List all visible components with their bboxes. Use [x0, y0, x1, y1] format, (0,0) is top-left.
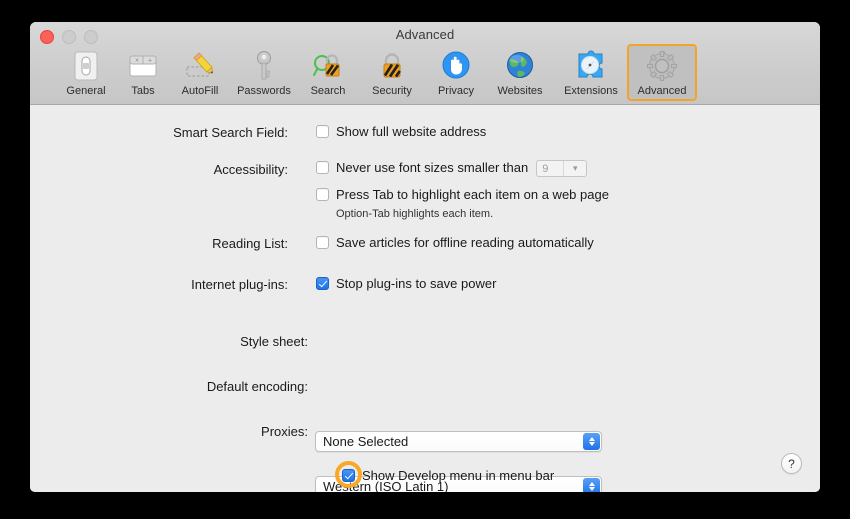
- smart-search-field-label: Smart Search Field:: [173, 125, 288, 140]
- show-full-website-address-checkbox[interactable]: Show full website address: [316, 124, 486, 139]
- checkbox-box: [316, 236, 329, 249]
- toolbar-item-label: Passwords: [237, 85, 291, 97]
- style-sheet-label: Style sheet:: [240, 334, 308, 349]
- toolbar-item-general[interactable]: General: [58, 44, 114, 101]
- checkbox-label: Show full website address: [336, 124, 487, 139]
- font-size-dropdown[interactable]: 9 ▾: [536, 160, 588, 177]
- internet-plugins-label: Internet plug-ins:: [191, 277, 288, 292]
- checkbox-box: [342, 469, 355, 482]
- search-magnifier-lock-icon: [302, 49, 354, 82]
- default-encoding-label: Default encoding:: [206, 379, 308, 394]
- checkbox-label: Press Tab to highlight each item on a we…: [336, 187, 609, 202]
- extensions-puzzle-icon: [558, 49, 624, 82]
- toolbar-item-security[interactable]: Security: [357, 44, 427, 101]
- accessibility-font-size-row: Never use font sizes smaller than 9 ▾: [316, 160, 588, 177]
- toolbar-item-label: Tabs: [131, 85, 155, 97]
- proxies-label: Proxies:: [261, 424, 308, 439]
- toolbar-item-label: Advanced: [637, 85, 687, 97]
- toolbar-item-label: Extensions: [564, 85, 618, 97]
- smart-search-field-label-row: Smart Search Field:: [30, 125, 288, 140]
- toolbar-item-advanced[interactable]: Advanced: [627, 44, 697, 101]
- passwords-key-icon: [231, 49, 297, 82]
- toolbar-item-search[interactable]: Search: [300, 44, 356, 101]
- preferences-toolbar: General × + Tabs AutoFill Passwords Sear…: [58, 44, 698, 101]
- autofill-pencil-icon: [174, 49, 226, 82]
- general-switch-icon: [60, 49, 112, 82]
- toolbar-item-label: Security: [372, 85, 412, 97]
- save-articles-offline-checkbox[interactable]: Save articles for offline reading automa…: [316, 235, 594, 250]
- stop-plugins-save-power-checkbox[interactable]: Stop plug-ins to save power: [316, 276, 496, 291]
- toolbar-item-privacy[interactable]: Privacy: [428, 44, 484, 101]
- toolbar-item-label: Privacy: [437, 85, 475, 97]
- checkbox-label: Show Develop menu in menu bar: [362, 468, 555, 483]
- toolbar-item-extensions[interactable]: Extensions: [556, 44, 626, 101]
- font-size-value: 9: [542, 162, 549, 175]
- checkbox-box: [316, 188, 329, 201]
- websites-globe-icon: [487, 49, 553, 82]
- accessibility-hint-row: Option-Tab highlights each item.: [336, 208, 493, 220]
- proxies-label-row: Proxies:: [30, 424, 308, 439]
- preferences-window: Advanced General × + Tabs AutoFill Passw…: [30, 22, 820, 492]
- show-develop-menu-checkbox[interactable]: Show Develop menu in menu bar: [335, 461, 555, 488]
- never-use-font-sizes-checkbox[interactable]: Never use font sizes smaller than: [316, 160, 528, 175]
- checkbox-box: [316, 125, 329, 138]
- accessibility-label-row: Accessibility:: [30, 162, 288, 177]
- window-title: Advanced: [395, 27, 455, 42]
- internet-plugins-row: Stop plug-ins to save power: [316, 276, 496, 291]
- style-sheet-value: None Selected: [323, 434, 409, 449]
- popup-arrows-icon: [583, 478, 600, 492]
- checkbox-box: [316, 277, 329, 290]
- toolbar-item-label: AutoFill: [181, 85, 219, 97]
- chevron-down-icon: ▾: [563, 161, 586, 176]
- advanced-preferences-pane: Smart Search Field: Show full website ad…: [30, 105, 820, 492]
- svg-text:×: ×: [135, 58, 139, 65]
- style-sheet-label-row: Style sheet:: [30, 334, 308, 349]
- checkbox-label: Save articles for offline reading automa…: [336, 235, 594, 250]
- toolbar-item-websites[interactable]: Websites: [485, 44, 555, 101]
- accessibility-press-tab-row: Press Tab to highlight each item on a we…: [316, 187, 609, 202]
- popup-arrows-icon: [583, 433, 600, 450]
- internet-plugins-label-row: Internet plug-ins:: [30, 277, 288, 292]
- security-lock-icon: [359, 49, 425, 82]
- tabs-window-icon: × +: [117, 49, 169, 82]
- reading-list-row: Save articles for offline reading automa…: [316, 235, 594, 250]
- checkbox-box: [316, 161, 329, 174]
- svg-text:+: +: [148, 58, 152, 65]
- smart-search-field-row: Show full website address: [316, 124, 486, 139]
- help-button[interactable]: ?: [781, 453, 802, 474]
- option-tab-hint: Option-Tab highlights each item.: [336, 208, 494, 220]
- toolbar-item-passwords[interactable]: Passwords: [229, 44, 299, 101]
- toolbar-item-label: General: [66, 85, 106, 97]
- checkbox-label: Stop plug-ins to save power: [336, 276, 497, 291]
- default-encoding-label-row: Default encoding:: [30, 379, 308, 394]
- toolbar-item-label: Search: [310, 85, 346, 97]
- toolbar-item-label: Websites: [497, 85, 543, 97]
- privacy-hand-icon: [430, 49, 482, 82]
- advanced-gear-icon: [629, 49, 695, 82]
- reading-list-label: Reading List:: [212, 236, 288, 251]
- accessibility-label: Accessibility:: [213, 162, 288, 177]
- style-sheet-popup-button[interactable]: None Selected: [315, 431, 602, 452]
- reading-list-label-row: Reading List:: [30, 236, 288, 251]
- question-mark-icon: ?: [788, 456, 795, 471]
- window-titlebar: Advanced General × + Tabs AutoFill Passw…: [30, 22, 820, 105]
- toolbar-item-autofill[interactable]: AutoFill: [172, 44, 228, 101]
- press-tab-highlight-checkbox[interactable]: Press Tab to highlight each item on a we…: [316, 187, 609, 202]
- toolbar-item-tabs[interactable]: × + Tabs: [115, 44, 171, 101]
- checkbox-label: Never use font sizes smaller than: [336, 160, 529, 175]
- develop-menu-row: Show Develop menu in menu bar: [335, 461, 555, 488]
